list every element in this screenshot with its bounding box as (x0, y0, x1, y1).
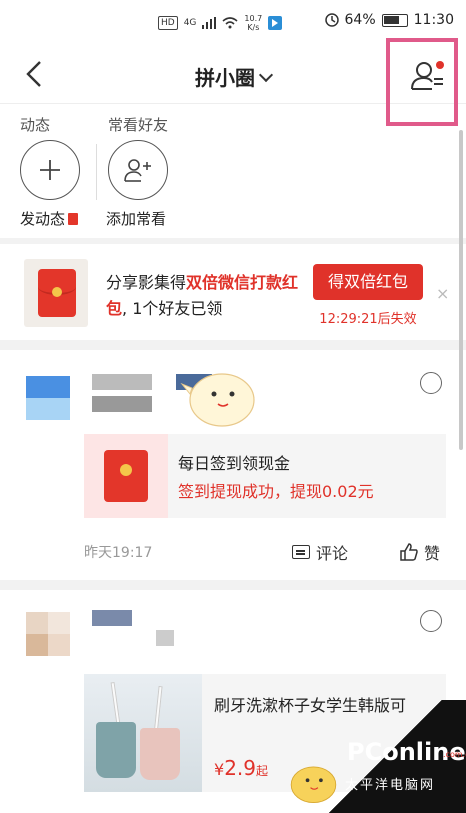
alarm-icon (324, 13, 339, 27)
red-packet-icon (38, 269, 76, 317)
red-packet-icon (104, 450, 148, 502)
thumbs-up-icon (400, 543, 418, 561)
net-speed-value: 10.7 (244, 14, 263, 23)
divider (96, 144, 97, 200)
signal-icon (202, 17, 217, 29)
hd-badge: HD (158, 16, 178, 30)
promo-text-suffix: , 1个好友已领 (122, 299, 223, 318)
price-value: 2.9 (224, 756, 256, 780)
red-packet-icon (68, 213, 79, 225)
promo-banner: 分享影集得双倍微信打款红包, 1个好友已领 得双倍红包 12:29:21后失效 … (0, 250, 466, 340)
profile-icon[interactable] (410, 58, 446, 92)
post-label[interactable]: 发动态 (20, 208, 79, 229)
get-double-red-packet-button[interactable]: 得双倍红包 (313, 264, 423, 300)
username-blurred (92, 396, 152, 412)
comment-bubble-icon[interactable] (420, 372, 442, 394)
watermark-domain: .com.cn (443, 750, 466, 759)
promo-text-prefix: 分享影集得 (106, 273, 187, 292)
comment-button[interactable]: 评论 (292, 540, 348, 564)
net-speed-unit: K/s (247, 23, 260, 32)
card-subtitle: 签到提现成功，提现0.02元 (178, 482, 374, 501)
battery-icon (381, 13, 408, 27)
product-image (84, 674, 202, 792)
promo-thumbnail (24, 259, 88, 327)
moments-label: 动态 (20, 116, 51, 134)
post-label-text: 发动态 (20, 210, 66, 228)
close-icon[interactable]: × (436, 284, 449, 303)
separator (0, 340, 466, 350)
username-blurred (92, 610, 132, 626)
separator (0, 580, 466, 590)
page-title-text: 拼小圈 (195, 66, 255, 90)
watermark-name: 太平洋电脑网 (345, 778, 436, 793)
separator (0, 238, 466, 244)
like-label: 赞 (424, 544, 441, 563)
battery-percent: 64% (344, 12, 376, 28)
comment-icon (292, 545, 310, 559)
add-user-icon (124, 159, 151, 182)
post-time: 昨天19:17 (84, 545, 153, 561)
quick-actions: 动态 常看好友 发动态 添加常看 (0, 104, 466, 234)
add-label[interactable]: 添加常看 (106, 208, 166, 229)
add-friend-button[interactable] (108, 140, 168, 200)
promo-timer: 12:29:21后失效 (319, 312, 417, 327)
status-right: 64% 11:30 (324, 12, 454, 28)
chevron-down-icon (258, 67, 274, 83)
avatar[interactable] (26, 612, 70, 656)
plus-icon (40, 160, 60, 180)
feed-post: 每日签到领现金 签到提现成功，提现0.02元 昨天19:17 评论 赞 (0, 352, 466, 580)
friends-label: 常看好友 (108, 116, 169, 134)
post-button[interactable] (20, 140, 80, 200)
network-icon: 4G (183, 18, 197, 28)
username-blurred (92, 374, 152, 390)
net-speed: 10.7 K/s (244, 14, 262, 32)
price-symbol: ¥ (214, 760, 225, 779)
status-left: HD 4G 10.7 K/s (158, 14, 283, 32)
mascot-sticker (180, 373, 255, 427)
comment-label: 评论 (316, 544, 349, 563)
wifi-icon (222, 17, 238, 29)
watermark: PConline .com.cn 太平洋电脑网 (305, 700, 466, 813)
like-button[interactable]: 赞 (400, 540, 440, 564)
cup (96, 722, 136, 778)
app-notification-icon (268, 16, 283, 30)
signin-card[interactable]: 每日签到领现金 签到提现成功，提现0.02元 (84, 434, 446, 518)
comment-bubble-icon[interactable] (420, 610, 442, 632)
promo-text: 分享影集得双倍微信打款红包, 1个好友已领 (106, 270, 306, 322)
username-blurred (156, 630, 174, 646)
clock: 11:30 (413, 12, 454, 28)
card-title: 每日签到领现金 (178, 454, 291, 473)
card-thumbnail (84, 434, 168, 518)
scrollbar[interactable] (459, 130, 463, 450)
price-suffix: 起 (256, 764, 269, 778)
product-price: ¥2.9起 (214, 756, 268, 780)
cup (140, 728, 180, 780)
avatar[interactable] (26, 376, 70, 420)
